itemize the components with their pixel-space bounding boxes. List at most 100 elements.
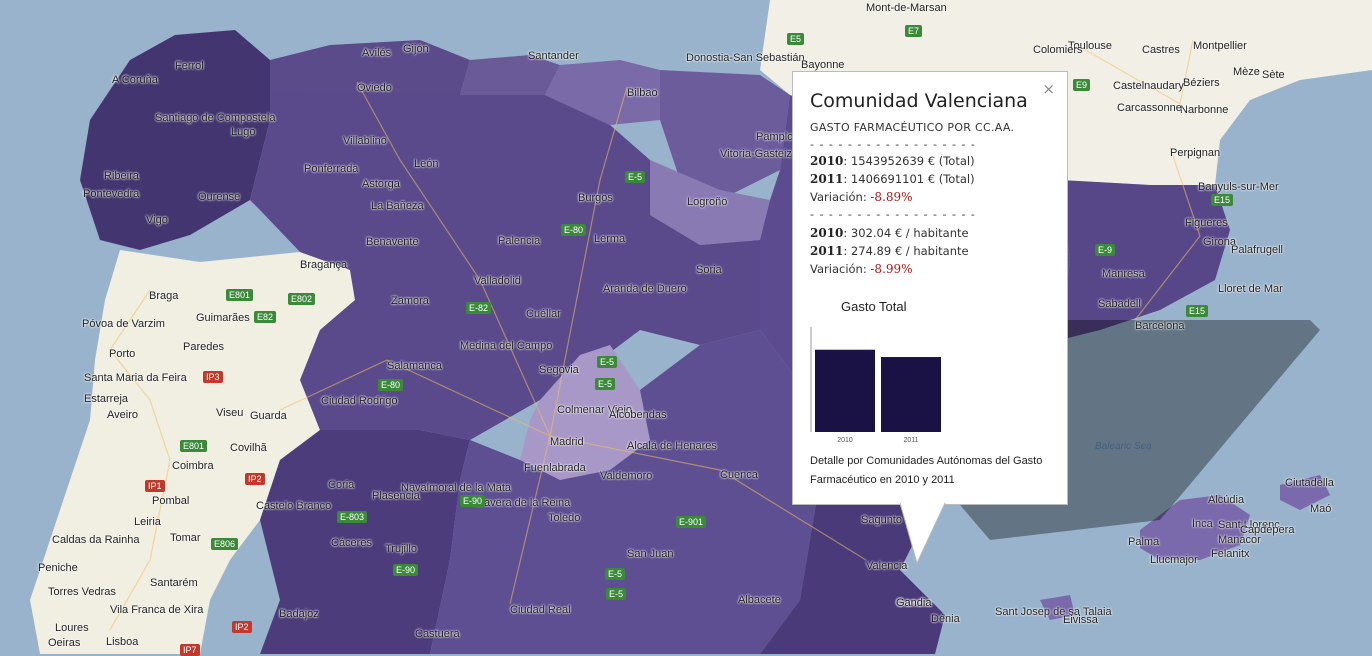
- info-window[interactable]: × Comunidad Valenciana GASTO FARMACÉUTIC…: [793, 72, 1067, 504]
- place-label: Eivissa: [1063, 614, 1098, 626]
- place-label: Valladolid: [474, 275, 521, 287]
- road-shield: E-5: [606, 588, 627, 600]
- road-shield: E-803: [337, 511, 368, 523]
- place-label: Astorga: [362, 178, 400, 190]
- road-shield: E-80: [561, 224, 587, 236]
- road-shield: E-5: [605, 568, 626, 580]
- place-label: Ourense: [198, 191, 241, 203]
- place-label: Carcassonne: [1117, 102, 1182, 114]
- place-label: Alcúdia: [1208, 494, 1245, 506]
- place-label: Mèze: [1233, 66, 1260, 78]
- place-label: Caldas da Rainha: [52, 534, 140, 546]
- place-label: Palafrugell: [1231, 244, 1283, 256]
- hab-2011-row: 2011: 274.89 € / habitante: [810, 244, 969, 258]
- place-label: Sagunto: [861, 514, 902, 526]
- road-shield: E7: [905, 25, 923, 37]
- place-label: Ciudad Real: [510, 604, 571, 616]
- place-label: Peniche: [38, 562, 78, 574]
- place-label: Montpellier: [1193, 40, 1247, 52]
- place-label: La Bañeza: [371, 200, 424, 212]
- place-label: Zamora: [391, 295, 429, 307]
- place-label: Donostia-San Sebastián: [686, 52, 805, 64]
- place-label: Perpignan: [1170, 147, 1221, 159]
- place-label: Palma: [1128, 536, 1160, 548]
- place-label: Lisboa: [106, 636, 139, 648]
- variacion-total-value: -8.89%: [870, 190, 913, 204]
- place-label: Felanitx: [1211, 548, 1250, 560]
- place-label: Ponferrada: [304, 163, 359, 175]
- road-shield: E82: [254, 311, 277, 323]
- place-label: León: [414, 158, 439, 170]
- place-label: Burgos: [578, 192, 613, 204]
- place-label: Covilhã: [230, 442, 267, 454]
- hab-2010-value: : 302.04 € / habitante: [843, 226, 969, 240]
- total-2010-year: 2010: [810, 154, 844, 168]
- place-label: Cuéllar: [526, 308, 561, 320]
- place-label: Dénia: [931, 613, 960, 625]
- place-label: Avilés: [362, 47, 392, 59]
- place-label: Bayonne: [801, 59, 845, 71]
- place-label: Fuenlabrada: [524, 462, 586, 474]
- place-label: Logroño: [687, 196, 728, 208]
- road-shield: E9: [1073, 79, 1091, 91]
- total-2010-value: : 1543952639 € (Total): [843, 154, 975, 168]
- variacion-hab-row: Variación: -8.99%: [810, 262, 913, 276]
- road-shield: E-5: [597, 356, 618, 368]
- place-label: Leiria: [134, 516, 161, 528]
- place-label: Madrid: [550, 436, 584, 448]
- total-2011-row: 2011: 1406691101 € (Total): [810, 172, 975, 186]
- road-shield: E-80: [378, 379, 404, 391]
- road-shield: IP3: [203, 371, 223, 383]
- road-shield: E806: [211, 538, 239, 550]
- road-shield: E-901: [676, 516, 707, 528]
- road-shield: E-5: [595, 378, 616, 390]
- road-shield: IP7: [180, 644, 200, 656]
- info-window-caption: Detalle por Comunidades Autónomas del Ga…: [810, 455, 1043, 486]
- road-shield: IP2: [232, 621, 252, 633]
- place-label: Barcelona: [1135, 320, 1185, 332]
- x-tick-label: 2010: [837, 437, 853, 444]
- hab-2011-year: 2011: [810, 244, 844, 258]
- place-label: Figueres: [1185, 217, 1228, 229]
- place-label: Santarém: [150, 577, 198, 589]
- place-label: Alcalá de Henares: [627, 440, 717, 452]
- place-label: Valdemoro: [600, 470, 653, 482]
- place-label: Talavera de la Reina: [470, 497, 571, 509]
- place-label: Maó: [1310, 503, 1332, 515]
- road-shield: E801: [226, 289, 254, 301]
- close-icon[interactable]: ×: [1042, 80, 1055, 98]
- place-label: Santa Maria da Feira: [84, 372, 187, 384]
- place-label: Guimarães: [196, 312, 250, 324]
- place-label: Alcobendas: [609, 409, 667, 421]
- place-label: Capdepera: [1240, 524, 1295, 536]
- place-label: Toledo: [548, 512, 581, 524]
- place-label: Badajoz: [279, 608, 319, 620]
- place-label: Vila Franca de Xira: [110, 604, 204, 616]
- place-label: Lugo: [231, 126, 256, 138]
- place-label: Cáceres: [331, 537, 372, 549]
- place-label: Plasencia: [372, 490, 420, 502]
- place-label: Oeiras: [48, 637, 81, 649]
- road-shield: E15: [1186, 305, 1209, 317]
- place-label: Póvoa de Varzim: [82, 318, 165, 330]
- bar-2011: [881, 357, 941, 432]
- place-label: Ciudad Rodrigo: [321, 395, 398, 407]
- total-2011-year: 2011: [810, 172, 844, 186]
- place-label: Pontevedra: [83, 188, 140, 200]
- road-shield: E802: [288, 293, 316, 305]
- place-label: Soria: [696, 264, 722, 276]
- place-label: A Coruña: [112, 74, 158, 86]
- place-label: Paredes: [183, 341, 224, 353]
- road-shield: E-9: [1095, 244, 1116, 256]
- place-label: Braga: [149, 290, 179, 302]
- place-label: Sète: [1262, 69, 1285, 81]
- hab-2010-row: 2010: 302.04 € / habitante: [810, 226, 969, 240]
- separator-line: - - - - - - - - - - - - - - - - - -: [810, 138, 976, 151]
- place-label: Ferrol: [175, 60, 204, 72]
- place-label: Porto: [109, 348, 136, 360]
- place-label: Aranda de Duero: [603, 283, 687, 295]
- road-shield: E5: [787, 33, 805, 45]
- place-label: Vigo: [146, 214, 168, 226]
- place-label: Lloret de Mar: [1218, 283, 1283, 295]
- place-label: Castres: [1142, 44, 1180, 56]
